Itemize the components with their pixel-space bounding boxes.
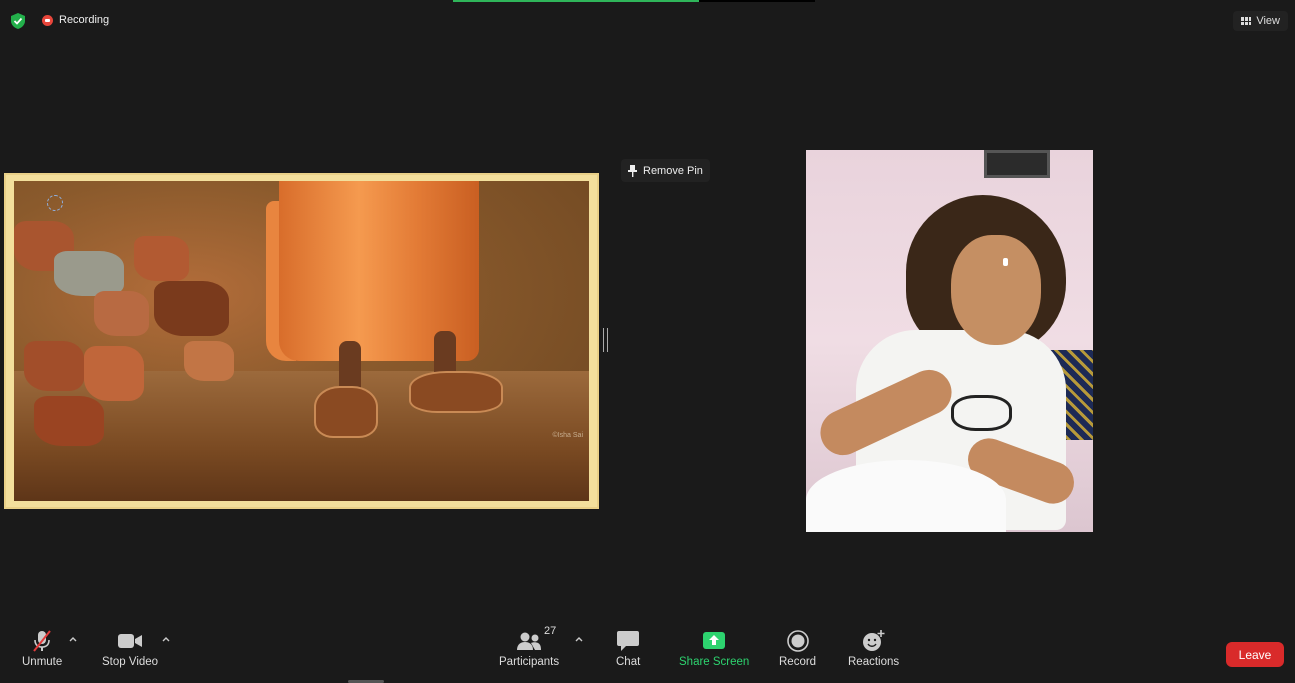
shield-check-icon[interactable] bbox=[11, 13, 25, 29]
shared-screen-video[interactable]: ©Isha Sai bbox=[4, 173, 599, 509]
participants-count: 27 bbox=[544, 625, 557, 637]
chat-button[interactable]: Chat bbox=[616, 628, 640, 668]
remove-pin-label: Remove Pin bbox=[643, 164, 703, 177]
unmute-label: Unmute bbox=[22, 656, 63, 668]
chat-label: Chat bbox=[616, 656, 641, 668]
record-icon bbox=[786, 630, 809, 652]
participants-button[interactable]: 27 Participants bbox=[499, 625, 560, 668]
reactions-label: Reactions bbox=[848, 656, 900, 668]
video-watermark: ©Isha Sai bbox=[552, 432, 583, 439]
share-screen-icon bbox=[703, 632, 726, 649]
stop-video-button[interactable]: Stop Video bbox=[102, 628, 158, 668]
chevron-up-icon[interactable] bbox=[68, 634, 78, 644]
chevron-up-icon[interactable] bbox=[161, 634, 171, 644]
recording-label: Recording bbox=[59, 14, 110, 26]
wall-photo-frame bbox=[984, 150, 1050, 178]
split-resize-handle[interactable] bbox=[603, 328, 608, 352]
shared-video-frame: ©Isha Sai bbox=[14, 181, 589, 501]
share-screen-label: Share Screen bbox=[679, 656, 750, 668]
video-camera-icon bbox=[118, 634, 143, 648]
om-symbol bbox=[951, 395, 1012, 431]
meeting-toolbar bbox=[0, 628, 1295, 683]
grid-icon bbox=[1241, 17, 1252, 25]
reactions-button[interactable]: Reactions bbox=[848, 628, 899, 668]
microphone-muted-icon bbox=[33, 630, 51, 652]
progress-fill bbox=[453, 0, 700, 2]
record-button[interactable]: Record bbox=[779, 628, 816, 668]
leave-button[interactable]: Leave bbox=[1226, 642, 1284, 667]
participants-label: Participants bbox=[499, 656, 560, 668]
chat-bubble-icon bbox=[617, 631, 640, 651]
smiley-plus-icon bbox=[862, 630, 885, 651]
participant-face bbox=[951, 235, 1041, 345]
record-dot-icon bbox=[42, 14, 53, 26]
share-screen-button[interactable]: Share Screen bbox=[679, 628, 749, 668]
record-label: Record bbox=[779, 656, 817, 668]
chevron-up-icon[interactable] bbox=[574, 634, 584, 644]
view-button[interactable]: View bbox=[1233, 11, 1288, 31]
recording-indicator[interactable]: Recording bbox=[42, 14, 109, 26]
plate bbox=[806, 460, 1006, 532]
stop-video-label: Stop Video bbox=[102, 656, 159, 668]
pin-icon bbox=[628, 164, 637, 177]
remove-pin-button[interactable]: Remove Pin bbox=[621, 159, 710, 182]
participant-video[interactable] bbox=[806, 150, 1093, 532]
top-progress-bar bbox=[453, 0, 815, 2]
people-icon bbox=[517, 632, 542, 650]
view-label: View bbox=[1256, 15, 1280, 27]
unmute-button[interactable]: Unmute bbox=[22, 628, 62, 668]
channel-logo-icon bbox=[47, 195, 63, 211]
